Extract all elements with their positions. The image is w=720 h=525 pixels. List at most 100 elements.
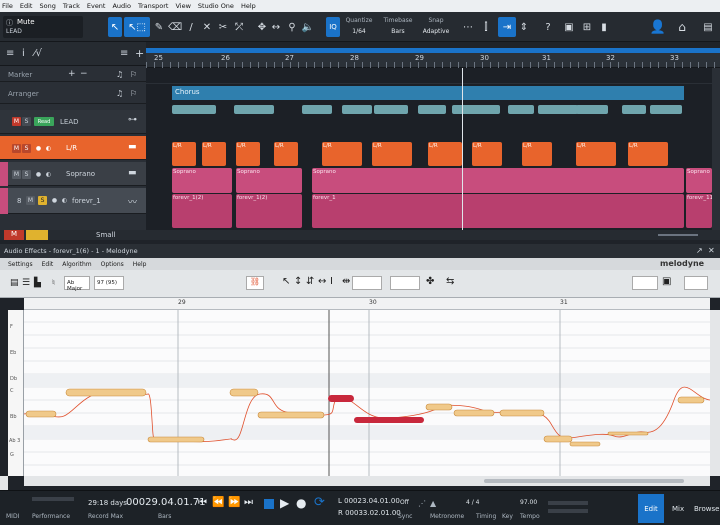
forevr-clip[interactable]: forevr_11 <box>686 194 712 228</box>
mix-mode-button[interactable]: Mix <box>672 505 684 513</box>
arranger-section-chorus[interactable]: Chorus <box>172 86 684 100</box>
close-icon[interactable]: ✕ <box>708 246 715 255</box>
tempo-value[interactable]: 97.00 <box>520 499 537 506</box>
add-marker-icon[interactable]: + <box>68 69 76 79</box>
menu-track[interactable]: Track <box>63 2 80 10</box>
lead-clip[interactable] <box>650 105 682 114</box>
timing-tool-icon[interactable]: ↔ <box>318 276 326 287</box>
autoscroll-button[interactable]: ⇥ <box>498 17 516 37</box>
account-button[interactable]: 👤 <box>650 17 666 37</box>
melodyne-menu-help[interactable]: Help <box>133 261 147 268</box>
monitor-icon[interactable]: ◐ <box>60 196 69 205</box>
snap-select[interactable]: Adaptive <box>420 28 452 35</box>
lr-clip[interactable]: L/R <box>576 142 616 166</box>
time-format-select[interactable]: Bars <box>158 513 171 520</box>
flag-icon[interactable]: ⚐ <box>130 70 137 79</box>
record-button[interactable]: ● <box>296 496 306 510</box>
soprano-clip[interactable]: Soprano <box>236 168 302 193</box>
lr-clip[interactable]: L/R <box>428 142 462 166</box>
soprano-clip[interactable]: Soprano <box>172 168 232 193</box>
melodyne-menu-algorithm[interactable]: Algorithm <box>62 261 91 268</box>
note-icon[interactable]: ♫ <box>116 89 123 98</box>
lead-clip[interactable] <box>538 105 578 114</box>
lr-clip[interactable]: L/R <box>236 142 260 166</box>
pitch-tool-icon[interactable]: ↕ <box>294 276 302 287</box>
track-size-select[interactable]: Small <box>96 231 115 239</box>
lead-clip[interactable] <box>452 105 500 114</box>
track-lr[interactable]: M S ● ◐ L/R ▬ <box>0 136 146 160</box>
track-mute-button[interactable]: M <box>12 144 21 153</box>
scale-select[interactable]: Ab Major <box>64 276 90 292</box>
lead-clip[interactable] <box>234 105 274 114</box>
zoom-select[interactable] <box>632 276 658 290</box>
automation-icon[interactable]: ⁄√ <box>34 48 42 59</box>
hscroll-thumb[interactable] <box>484 479 684 483</box>
range-tool-button[interactable]: ↖⬚ <box>124 17 150 37</box>
amplitude-tool-icon[interactable]: ⇹ <box>342 276 350 287</box>
sync-value[interactable]: Off <box>400 499 409 506</box>
quantize-select[interactable]: 1/64 <box>344 28 374 35</box>
lr-clip[interactable]: L/R <box>472 142 502 166</box>
home-button[interactable]: ⌂ <box>674 17 690 37</box>
waveform-icon[interactable]: 〰 <box>128 195 137 208</box>
pitch-correct-icon[interactable]: ✤ <box>426 276 434 287</box>
track-forevr[interactable]: 8 M S ● ◐ forevr_1 〰 <box>0 188 146 214</box>
forevr-clip[interactable]: forevr_1(2) <box>236 194 302 228</box>
modulation-tool-icon[interactable]: ⇵ <box>306 276 314 287</box>
track-mute-button[interactable]: M <box>12 170 21 179</box>
listen-tool-button[interactable]: 🔈 <box>302 17 314 37</box>
lead-clip[interactable] <box>172 105 216 114</box>
lead-clip[interactable] <box>418 105 446 114</box>
master-volume-slider[interactable] <box>548 509 588 513</box>
lr-clip[interactable]: L/R <box>522 142 552 166</box>
store-button[interactable]: ▤ <box>700 17 716 37</box>
rewind-button[interactable]: ⏪ <box>212 497 224 508</box>
help-button[interactable]: ? <box>542 17 554 37</box>
arrange-scrollbar[interactable] <box>712 68 720 230</box>
main-tool-icon[interactable]: ↖ <box>282 276 290 287</box>
remove-marker-icon[interactable]: − <box>80 69 88 79</box>
melodyne-ruler[interactable]: 29 30 31 <box>24 298 710 310</box>
split-tool-button[interactable]: ✂ <box>216 17 230 37</box>
chain-link-icon[interactable]: ⛓ <box>246 276 264 290</box>
menu-file[interactable]: File <box>2 2 13 10</box>
record-icon[interactable]: ● <box>34 144 43 153</box>
loop-follow-button[interactable]: ⫿ <box>480 17 492 37</box>
draw-tool-button[interactable]: ✎ <box>152 17 166 37</box>
flag-icon[interactable]: ⚐ <box>130 89 137 98</box>
lr-clip[interactable]: L/R <box>274 142 298 166</box>
piano-keyboard[interactable]: F Eb Db C Bb Ab 3 G <box>8 310 24 476</box>
note-editor-hscroll[interactable] <box>24 476 710 486</box>
zoom-slider[interactable] <box>658 234 698 236</box>
forevr-clip[interactable]: forevr_1 <box>312 194 684 228</box>
track-name[interactable]: forevr_1 <box>72 197 101 205</box>
folder-icon[interactable]: ▬ <box>128 168 137 178</box>
folder-icon[interactable]: ▬ <box>128 142 137 152</box>
lr-clip[interactable]: L/R <box>372 142 412 166</box>
quantize-time-icon[interactable]: ⇆ <box>446 276 454 287</box>
loop-start[interactable]: L 00023.04.01.00 <box>338 497 400 505</box>
soprano-clip[interactable]: Soprano <box>686 168 712 193</box>
track-lead[interactable]: M S Read LEAD ⊶ <box>0 110 146 134</box>
arrange-view[interactable]: Chorus L/R L/R L/R L/R L/R L/R L/R L/R L… <box>146 68 712 230</box>
time-signature[interactable]: 4 / 4 <box>466 499 479 506</box>
expand-icon[interactable]: ↗ <box>696 246 703 255</box>
forward-button[interactable]: ⏩ <box>228 497 240 508</box>
formant-tool-icon[interactable]: Ⅰ <box>330 276 333 287</box>
global-mute-button[interactable]: M <box>4 230 24 240</box>
monitor-icon[interactable]: ◐ <box>44 170 53 179</box>
track-mute-button[interactable]: M <box>26 196 35 205</box>
primary-time-display[interactable]: 00029.04.01.71 <box>126 497 206 508</box>
more-options-button[interactable]: ⋯ <box>462 17 474 37</box>
timeline-ruler[interactable]: 25 26 27 28 29 30 31 32 33 <box>146 48 720 68</box>
bend-tool-button[interactable]: ⤱ <box>232 17 246 37</box>
menu-song[interactable]: Song <box>39 2 55 10</box>
playhead-cursor[interactable] <box>462 68 463 230</box>
lead-clip[interactable] <box>622 105 646 114</box>
track-solo-button[interactable]: S <box>22 117 31 126</box>
instrument-icon[interactable]: ⊶ <box>128 115 137 125</box>
lr-clip[interactable]: L/R <box>172 142 196 166</box>
menu-audio[interactable]: Audio <box>112 2 130 10</box>
precount-icon[interactable]: ⋰ <box>418 499 426 508</box>
info-icon[interactable]: ⅰ <box>22 48 25 59</box>
